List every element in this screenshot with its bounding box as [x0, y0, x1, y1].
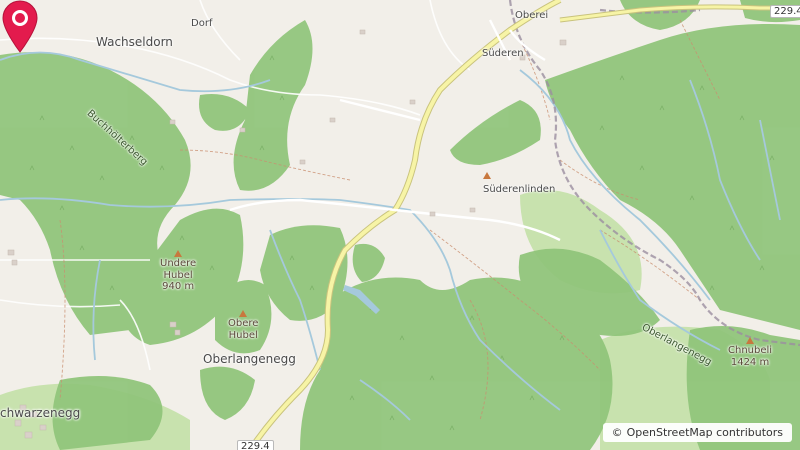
peak-undere-hubel: Undere Hubel 940 m — [160, 250, 196, 293]
place-label-schwarzenegg: chwarzenegg — [0, 406, 81, 420]
attribution-link[interactable]: OpenStreetMap contributors — [627, 426, 783, 439]
copyright-icon: © — [611, 426, 623, 439]
peak-chnubeli: Chnubeli 1424 m — [728, 337, 772, 368]
map-canvas[interactable]: Dorf Wachseldorn Oberei Süderen Süderenl… — [0, 0, 800, 450]
place-label-oberlangenegg: Oberlangenegg — [203, 352, 296, 366]
peak-suederenlinden — [483, 172, 491, 180]
place-label-oberei: Oberei — [515, 10, 549, 21]
map-attribution[interactable]: © OpenStreetMap contributors — [602, 423, 792, 442]
peak-name: Obere Hubel — [228, 318, 259, 341]
place-label-suederen: Süderen — [482, 48, 524, 59]
place-label-wachseldorn: Wachseldorn — [96, 35, 173, 49]
peak-name: Chnubeli — [728, 345, 773, 356]
road-ref-shield-top: 229.4 — [770, 5, 800, 18]
peak-triangle-icon — [483, 172, 491, 179]
place-label-suederenlinden: Süderenlinden — [483, 184, 556, 195]
map-pin-icon[interactable] — [0, 0, 40, 54]
peak-obere-hubel: Obere Hubel — [228, 310, 258, 341]
map-base-layer — [0, 0, 800, 450]
peak-triangle-icon — [746, 337, 755, 344]
peak-triangle-icon — [174, 250, 183, 257]
peak-name: Undere Hubel — [160, 258, 197, 281]
road-ref-shield-bottom: 229.4 — [237, 440, 274, 450]
place-label-dorf: Dorf — [191, 18, 213, 29]
peak-elevation: 1424 m — [730, 356, 770, 368]
peak-elevation: 940 m — [162, 281, 195, 292]
peak-triangle-icon — [239, 310, 248, 317]
